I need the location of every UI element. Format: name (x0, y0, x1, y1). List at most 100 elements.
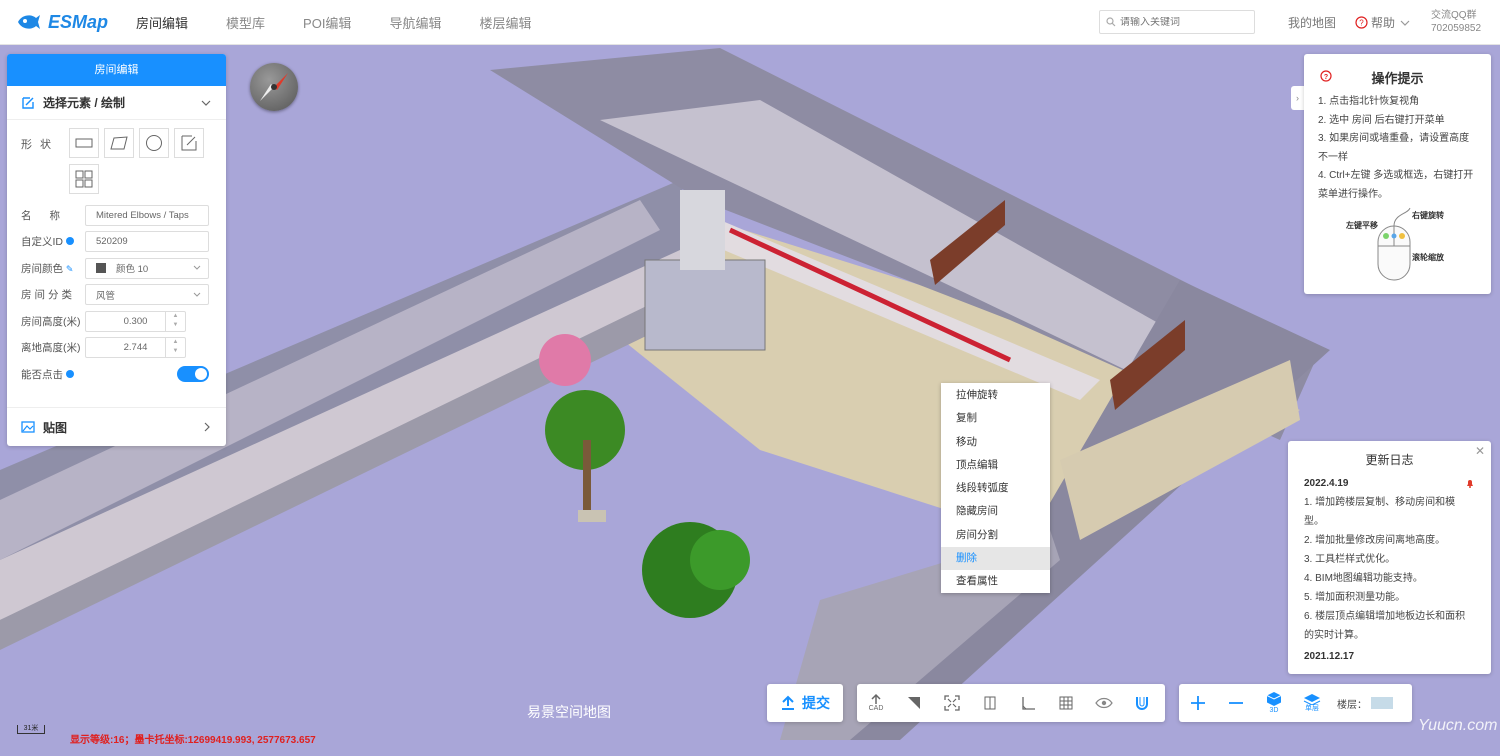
context-menu: 拉伸旋转 复制 移动 顶点编辑 线段转弧度 隐藏房间 房间分割 删除 查看属性 (941, 383, 1050, 593)
menu-copy[interactable]: 复制 (941, 407, 1050, 430)
zoom-out-button[interactable] (1217, 684, 1255, 722)
room-height-input[interactable]: 0.300 ▲ ▼ (85, 310, 186, 332)
edit-icon[interactable]: ✎ (66, 264, 74, 274)
room-height-row: 房间高度(米) 0.300 ▲ ▼ (7, 308, 226, 335)
changelog-item: 2. 增加批量修改房间离地高度。 (1304, 535, 1446, 546)
ground-height-input[interactable]: 2.744 ▲ ▼ (85, 337, 186, 359)
room-edit-panel: 房间编辑 选择元素 / 绘制 形状 名称 Mitered Elbows / Ta… (7, 54, 226, 446)
search-box[interactable] (1099, 10, 1255, 34)
logo-icon (18, 15, 40, 29)
single-floor-button[interactable]: 单层 (1293, 684, 1331, 722)
name-label: 名称 (21, 209, 78, 222)
ruler-icon (1022, 697, 1035, 710)
room-color-label: 房间颜色 ✎ (21, 262, 74, 275)
layers-icon (1303, 694, 1321, 705)
search-icon (1106, 17, 1116, 27)
info-icon (65, 237, 74, 246)
cad-import-button[interactable]: CAD (857, 684, 895, 722)
chevron-down-icon (201, 100, 211, 106)
cube-icon (1266, 692, 1282, 706)
polygon-shape-button[interactable] (104, 128, 134, 158)
menu-view-properties[interactable]: 查看属性 (941, 570, 1050, 593)
scene-title: 易景空间地图 (527, 704, 611, 720)
nav-room-edit[interactable]: 房间编辑 (136, 13, 188, 32)
tip-line: 2. 选中 房间 后右键打开菜单 (1318, 114, 1445, 126)
eye-icon (1095, 697, 1113, 709)
room-height-stepper[interactable]: ▲ ▼ (165, 311, 185, 331)
grid-icon (75, 170, 93, 188)
plus-icon (1191, 696, 1205, 710)
qq-number: 702059852 (1431, 23, 1482, 34)
menu-vertex-edit[interactable]: 顶点编辑 (941, 454, 1050, 477)
submit-button[interactable]: 提交 (767, 684, 843, 722)
nav-poi-edit[interactable]: POI编辑 (303, 13, 351, 32)
tips-panel: ? 操作提示 1. 点击指北针恢复视角 2. 选中 房间 后右键打开菜单 3. … (1304, 54, 1491, 294)
help-menu[interactable]: ? 帮助 (1355, 14, 1411, 31)
nav-navigation-edit[interactable]: 导航编辑 (389, 13, 441, 32)
measure-button[interactable] (1009, 684, 1047, 722)
shape-label: 形状 (21, 139, 59, 151)
cad-upload-icon (871, 693, 881, 704)
freehand-icon (181, 135, 197, 151)
room-height-label: 房间高度(米) (21, 315, 81, 328)
logo[interactable]: ESMap (16, 12, 136, 33)
menu-delete[interactable]: 删除 (941, 547, 1050, 571)
room-category-select[interactable]: 风管 (85, 284, 209, 306)
triangle-tool-button[interactable] (895, 684, 933, 722)
room-color-select[interactable]: 颜色 10 (85, 257, 209, 279)
clickable-row: 能否点击 (7, 361, 226, 388)
align-button[interactable] (971, 684, 1009, 722)
nav-floor-edit[interactable]: 楼层编辑 (479, 13, 531, 32)
search-input[interactable] (1120, 16, 1250, 28)
my-map-link[interactable]: 我的地图 (1288, 14, 1336, 31)
close-icon[interactable]: ✕ (1475, 444, 1485, 458)
magnet-button[interactable] (1123, 684, 1161, 722)
rectangle-shape-button[interactable] (69, 128, 99, 158)
mouse-right-label: 右键旋转 (1412, 211, 1444, 220)
bell-icon (1467, 480, 1473, 488)
compass-button[interactable] (250, 63, 298, 111)
menu-split-room[interactable]: 房间分割 (941, 524, 1050, 547)
shape-tools (69, 128, 219, 200)
mouse-diagram: 左键平移 右键旋转 滚轮缩放 (1318, 206, 1477, 286)
area-button[interactable] (1047, 684, 1085, 722)
circle-shape-button[interactable] (139, 128, 169, 158)
tip-line: 4. Ctrl+左键 多选或框选，右键打开菜单进行操作。 (1318, 170, 1474, 200)
clickable-toggle[interactable] (177, 366, 209, 383)
image-icon (21, 421, 35, 433)
select-draw-section[interactable]: 选择元素 / 绘制 (7, 86, 226, 120)
compass-icon (260, 73, 288, 101)
texture-section[interactable]: 贴图 (7, 407, 226, 446)
view-3d-button[interactable]: 3D (1255, 684, 1293, 722)
grid-shape-button[interactable] (69, 164, 99, 194)
changelog-item: 6. 楼层顶点编辑增加地板边长和面积的实时计算。 (1304, 611, 1466, 641)
svg-text:?: ? (1324, 74, 1328, 81)
grid-area-icon (1059, 696, 1073, 710)
floor-select[interactable] (1371, 697, 1393, 709)
room-category-row: 房间分类 风管 (7, 282, 226, 309)
visibility-button[interactable] (1085, 684, 1123, 722)
nav-model-library[interactable]: 模型库 (226, 13, 265, 32)
custom-id-field[interactable]: 520209 (85, 231, 209, 253)
align-icon (984, 696, 996, 710)
tips-collapse-button[interactable]: › (1291, 86, 1304, 110)
chevron-down-icon (1400, 20, 1410, 26)
freehand-shape-button[interactable] (174, 128, 204, 158)
ground-height-stepper[interactable]: ▲ ▼ (165, 338, 185, 358)
menu-segment-to-arc[interactable]: 线段转弧度 (941, 477, 1050, 500)
fullscreen-button[interactable] (933, 684, 971, 722)
watermark: Yuucn.com (1418, 717, 1498, 734)
circle-icon (146, 135, 162, 151)
minus-icon (1229, 702, 1243, 704)
menu-hide-room[interactable]: 隐藏房间 (941, 500, 1050, 523)
chevron-right-icon (204, 422, 210, 432)
name-field[interactable]: Mitered Elbows / Taps (85, 204, 209, 226)
tip-line: 3. 如果房间或墙重叠，请设置高度不一样 (1318, 133, 1470, 163)
menu-stretch-rotate[interactable]: 拉伸旋转 (941, 384, 1050, 407)
zoom-in-button[interactable] (1179, 684, 1217, 722)
edit-toolbar: CAD (857, 684, 1165, 722)
magnet-icon (1136, 697, 1148, 710)
menu-move[interactable]: 移动 (941, 431, 1050, 454)
floor-label: 楼层： (1337, 699, 1367, 711)
tips-title: ? 操作提示 (1318, 68, 1477, 87)
